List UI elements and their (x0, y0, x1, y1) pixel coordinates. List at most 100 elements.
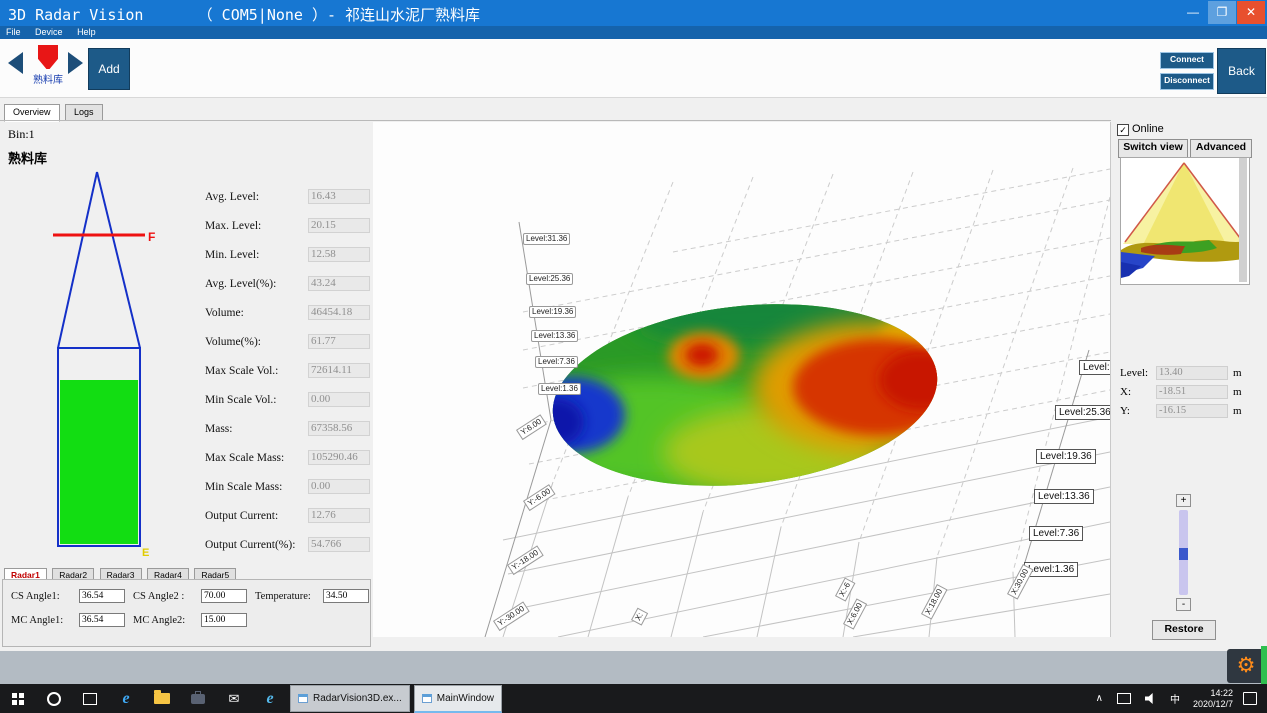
ime-indicator[interactable]: 中 (1170, 691, 1180, 706)
field-value: 46454.18 (308, 305, 370, 320)
ie-button[interactable]: e (252, 684, 288, 713)
mail-icon: ✉ (229, 691, 240, 707)
taskbar-clock[interactable]: 14:22 2020/12/7 (1193, 688, 1233, 710)
add-button[interactable]: Add (88, 48, 130, 90)
content-divider (0, 120, 1111, 121)
field-value: 54.766 (308, 537, 370, 552)
start-button[interactable] (0, 684, 36, 713)
field-row: Volume:46454.18m^3 (205, 298, 373, 327)
temperature-input[interactable] (323, 589, 369, 603)
cs-angle2-input[interactable] (201, 589, 247, 603)
coord-label: Y: (1120, 405, 1156, 417)
field-row: Avg. Level(%):43.24% (205, 269, 373, 298)
menu-device[interactable]: Device (29, 26, 69, 39)
menu-file[interactable]: File (0, 26, 27, 39)
field-label: Max Scale Vol.: (205, 365, 308, 377)
zoom-in-button[interactable]: + (1176, 494, 1191, 507)
taskbar-app-label: MainWindow (437, 693, 494, 704)
field-row: Output Current:12.76mA (205, 501, 373, 530)
field-value: 0.00 (308, 479, 370, 494)
taskbar-app-radarvision[interactable]: RadarVision3D.ex... (290, 685, 410, 712)
temperature-label: Temperature: (255, 591, 311, 602)
level-axis-label: Level:25.36 (1055, 405, 1111, 420)
level-tick-label: Level:25.36 (526, 273, 573, 285)
level-tick-label: Level:7.36 (535, 356, 578, 368)
close-button[interactable]: ✕ (1237, 1, 1265, 24)
zoom-out-button[interactable]: - (1176, 598, 1191, 611)
cs-angle2-label: CS Angle2 : (133, 591, 184, 602)
measurement-fields: Avg. Level:16.43m Max. Level:20.15m Min.… (205, 182, 373, 559)
right-panel: ✓Online Switch view Advanced Level:13.40… (1112, 98, 1267, 651)
restore-button[interactable]: Restore (1152, 620, 1216, 640)
task-view-icon (83, 693, 97, 705)
mail-button[interactable]: ✉ (216, 684, 252, 713)
cs-angle1-input[interactable] (79, 589, 125, 603)
plot-3d-view[interactable]: Level:31.36 Level:25.36 Level:19.36 Leve… (373, 122, 1111, 637)
field-value: 67358.56 (308, 421, 370, 436)
level-tick-label: Level:13.36 (531, 330, 578, 342)
field-value: 43.24 (308, 276, 370, 291)
silo-nav-item[interactable]: 熟料库 (30, 45, 66, 86)
app-pinned-button[interactable] (180, 684, 216, 713)
maximize-button[interactable]: ❐ (1208, 1, 1236, 24)
edge-button[interactable]: e (108, 684, 144, 713)
coord-label: Level: (1120, 367, 1156, 379)
toolbar: 熟料库 Add Connect Disconnect Back (0, 39, 1267, 98)
level-tick-label: Level:19.36 (529, 306, 576, 318)
cs-angle1-label: CS Angle1: (11, 591, 60, 602)
screenshot-edge-tab[interactable] (1261, 646, 1267, 686)
field-value: 20.15 (308, 218, 370, 233)
action-center-icon[interactable] (1243, 692, 1257, 705)
field-value: 0.00 (308, 392, 370, 407)
field-label: Max Scale Mass: (205, 452, 308, 464)
speaker-icon[interactable] (1145, 693, 1156, 704)
mc-angle2-input[interactable] (201, 613, 247, 627)
titlebar[interactable]: 3D Radar Vision （ COM5|None ）- 祁连山水泥厂熟料库… (0, 0, 1267, 26)
task-view-button[interactable] (72, 684, 108, 713)
field-label: Min Scale Vol.: (205, 394, 308, 406)
clock-time: 14:22 (1193, 688, 1233, 699)
tab-logs[interactable]: Logs (65, 104, 103, 121)
disconnect-button[interactable]: Disconnect (1160, 73, 1214, 90)
field-row: Mass:67358.56ton (205, 414, 373, 443)
silo-fill-level (60, 380, 138, 544)
view-tabs: Overview Logs (4, 104, 104, 121)
field-row: Min Scale Mass:0.00ton (205, 472, 373, 501)
taskbar-app-mainwindow[interactable]: MainWindow (414, 685, 502, 713)
field-label: Output Current(%): (205, 539, 308, 551)
nav-right-arrow[interactable] (68, 52, 83, 74)
back-button[interactable]: Back (1217, 48, 1266, 94)
field-row: Avg. Level:16.43m (205, 182, 373, 211)
switch-view-button[interactable]: Switch view (1118, 139, 1188, 158)
mc-angle1-input[interactable] (79, 613, 125, 627)
field-value: 12.76 (308, 508, 370, 523)
field-label: Output Current: (205, 510, 308, 522)
screenshot-gear-icon[interactable]: ⚙ (1227, 649, 1265, 683)
connect-button[interactable]: Connect (1160, 52, 1214, 69)
full-marker: F (148, 230, 155, 244)
online-label: Online (1132, 123, 1164, 135)
menu-help[interactable]: Help (71, 26, 102, 39)
search-button[interactable] (36, 684, 72, 713)
silo-preview-thumbnail[interactable] (1120, 157, 1250, 285)
minimize-button[interactable]: — (1179, 1, 1207, 24)
nav-left-arrow[interactable] (8, 52, 23, 74)
file-explorer-button[interactable] (144, 684, 180, 713)
tray-expand-caret[interactable]: ∧ (1096, 693, 1103, 704)
online-checkbox[interactable]: ✓ (1117, 124, 1129, 136)
zoom-slider-track[interactable] (1179, 510, 1188, 595)
level-axis-label: Level:7.36 (1029, 526, 1083, 541)
online-checkbox-row[interactable]: ✓Online (1117, 123, 1164, 136)
app-window: 3D Radar Vision （ COM5|None ）- 祁连山水泥厂熟料库… (0, 0, 1267, 651)
field-row: Max Scale Vol.:72614.11m^3 (205, 356, 373, 385)
field-label: Avg. Level(%): (205, 278, 308, 290)
silo-nav-label: 熟料库 (30, 71, 66, 86)
field-row: Output Current(%):54.766% (205, 530, 373, 559)
field-label: Min. Level: (205, 249, 308, 261)
field-row: Volume(%):61.77% (205, 327, 373, 356)
zoom-slider-handle[interactable] (1179, 548, 1188, 560)
network-icon[interactable] (1117, 693, 1131, 704)
advanced-button[interactable]: Advanced (1190, 139, 1252, 158)
field-label: Min Scale Mass: (205, 481, 308, 493)
coord-value: -16.15 (1156, 404, 1228, 418)
